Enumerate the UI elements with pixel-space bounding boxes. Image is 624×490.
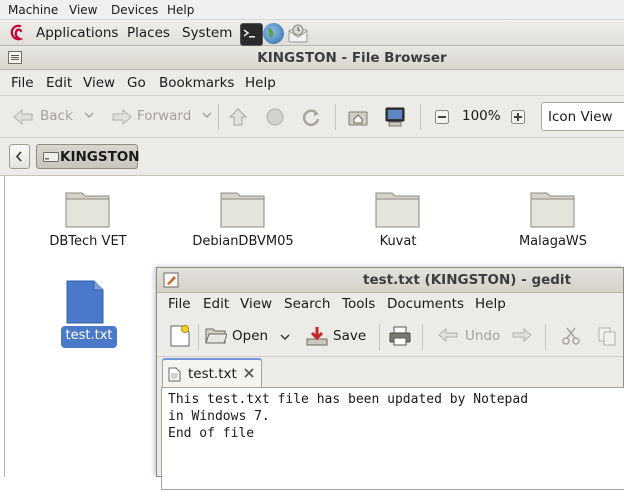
view-mode-select[interactable]: Icon View	[541, 102, 624, 131]
path-scroll-left-button[interactable]	[9, 144, 30, 169]
file-browser-titlebar[interactable]: KINGSTON - File Browser	[0, 46, 624, 70]
up-parent-icon[interactable]	[228, 107, 248, 131]
undo-icon[interactable]	[437, 327, 459, 349]
gedit-app-icon[interactable]	[163, 272, 179, 292]
forward-arrow-icon[interactable]	[111, 108, 133, 130]
computer-icon[interactable]	[383, 105, 407, 133]
gedit-tab-bar: test.txt	[157, 356, 623, 388]
toolbar-separator	[422, 324, 423, 350]
folder-label[interactable]: DBTech VET	[30, 234, 146, 249]
toolbar-separator	[420, 104, 421, 130]
path-button-kingston[interactable]: KINGSTON	[36, 144, 140, 169]
gedit-menu-file[interactable]: File	[168, 296, 191, 312]
panel-system-menu[interactable]: System	[182, 25, 232, 41]
debian-logo-icon[interactable]	[8, 23, 28, 47]
gedit-menu-view[interactable]: View	[240, 296, 272, 312]
menu-bookmarks[interactable]: Bookmarks	[159, 75, 234, 91]
forward-button[interactable]: Forward	[137, 108, 191, 124]
open-folder-icon[interactable]	[205, 326, 228, 350]
selected-file-label[interactable]: test.txt	[61, 326, 117, 348]
web-browser-launcher-icon[interactable]	[263, 23, 284, 44]
gedit-menu-edit[interactable]: Edit	[203, 296, 229, 312]
panel-applications-menu[interactable]: Applications	[36, 25, 118, 41]
panel-places-menu[interactable]: Places	[127, 25, 170, 41]
gedit-menu-search[interactable]: Search	[284, 296, 330, 312]
path-button-label: KINGSTON	[60, 149, 140, 165]
toolbar-separator	[335, 104, 336, 130]
file-browser-menubar: File Edit View Go Bookmarks Help	[0, 70, 624, 96]
gedit-toolbar: Open Save Undo	[157, 316, 623, 357]
folder-icon[interactable]	[530, 187, 576, 233]
gedit-menu-help[interactable]: Help	[475, 296, 506, 312]
location-bar: KINGSTON	[0, 138, 624, 176]
gedit-window[interactable]: test.txt (KINGSTON) - gedit File Edit Vi…	[156, 267, 624, 490]
folder-label[interactable]: MalagaWS	[500, 234, 606, 249]
mail-launcher-icon[interactable]	[287, 23, 308, 44]
window-title: KINGSTON - File Browser	[257, 50, 447, 66]
menu-view[interactable]: View	[83, 75, 115, 91]
back-history-chevron-icon[interactable]	[84, 109, 94, 124]
new-document-icon[interactable]	[170, 325, 190, 351]
drive-icon	[43, 151, 59, 167]
folder-icon[interactable]	[375, 187, 421, 233]
open-button[interactable]: Open	[232, 328, 268, 344]
menu-go[interactable]: Go	[127, 75, 146, 91]
view-mode-value: Icon View	[548, 109, 613, 125]
vm-host-menubar: Machine View Devices Help	[0, 0, 624, 20]
cut-icon[interactable]	[561, 326, 581, 350]
gedit-titlebar[interactable]: test.txt (KINGSTON) - gedit	[157, 268, 623, 293]
toolbar-separator	[198, 324, 199, 350]
file-browser-toolbar: Back Forward 100% Icon View	[0, 96, 624, 138]
back-button[interactable]: Back	[40, 108, 73, 124]
zoom-in-icon[interactable]	[511, 110, 525, 128]
gnome-top-panel: Applications Places System	[0, 20, 624, 46]
home-folder-icon[interactable]	[347, 106, 369, 132]
gedit-menu-documents[interactable]: Documents	[387, 296, 464, 312]
zoom-level: 100%	[462, 108, 501, 124]
tab-label: test.txt	[188, 366, 237, 382]
folder-label[interactable]: Kuvat	[350, 234, 446, 249]
menu-file[interactable]: File	[11, 75, 34, 91]
toolbar-separator	[218, 104, 219, 130]
folder-icon[interactable]	[220, 187, 266, 233]
forward-history-chevron-icon[interactable]	[202, 109, 212, 124]
vm-menu-machine[interactable]: Machine	[8, 3, 58, 17]
text-document-icon	[168, 367, 181, 386]
toolbar-separator	[545, 324, 546, 350]
open-recent-chevron-icon[interactable]	[280, 331, 290, 346]
back-arrow-icon[interactable]	[12, 108, 34, 130]
terminal-launcher-icon[interactable]	[240, 23, 263, 46]
chevron-left-icon	[15, 151, 22, 162]
undo-button[interactable]: Undo	[465, 328, 500, 344]
vm-menu-help[interactable]: Help	[167, 3, 194, 17]
gedit-menubar: File Edit View Search Tools Documents He…	[157, 292, 623, 316]
folder-label[interactable]: DebianDBVM05	[181, 234, 305, 249]
zoom-out-icon[interactable]	[435, 110, 449, 128]
gedit-menu-tools[interactable]: Tools	[342, 296, 375, 312]
tab-test-txt[interactable]: test.txt	[162, 358, 262, 388]
menu-help[interactable]: Help	[245, 75, 276, 91]
stop-icon[interactable]	[265, 107, 285, 131]
save-icon[interactable]	[305, 325, 329, 351]
vm-menu-view[interactable]: View	[69, 3, 97, 17]
print-icon[interactable]	[389, 326, 411, 350]
copy-icon[interactable]	[597, 326, 617, 350]
gedit-text-area[interactable]: This test.txt file has been updated by N…	[161, 387, 624, 490]
reload-icon[interactable]	[300, 106, 322, 132]
save-button[interactable]: Save	[333, 328, 366, 344]
menu-edit[interactable]: Edit	[46, 75, 72, 91]
close-tab-icon[interactable]	[243, 367, 255, 383]
toolbar-separator	[379, 324, 380, 350]
gedit-window-title: test.txt (KINGSTON) - gedit	[363, 272, 572, 288]
folder-icon[interactable]	[65, 187, 111, 233]
text-file-icon[interactable]	[66, 280, 104, 328]
vm-menu-devices[interactable]: Devices	[111, 3, 158, 17]
redo-icon[interactable]	[511, 327, 533, 349]
